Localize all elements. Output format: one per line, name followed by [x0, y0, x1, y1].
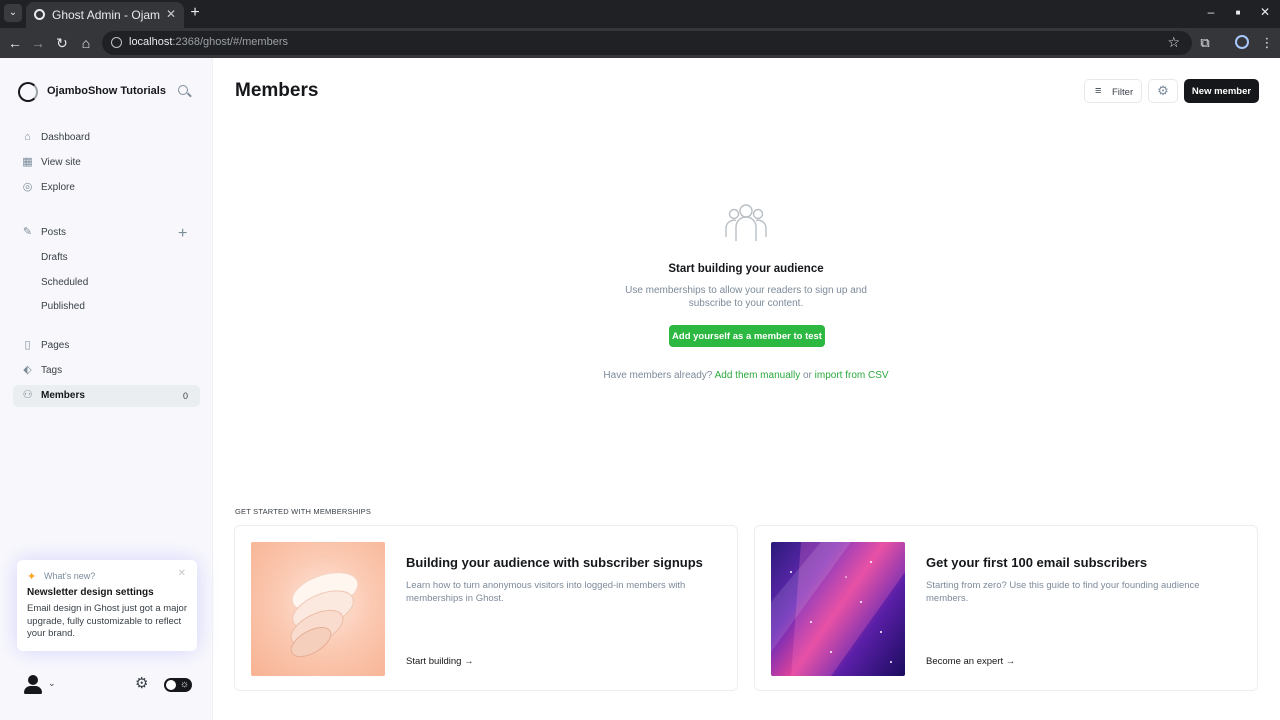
site-info-icon[interactable] [111, 37, 122, 48]
whats-new-headline: Newsletter design settings [27, 587, 154, 598]
forward-arrow-icon[interactable]: → [29, 34, 47, 52]
empty-state-description: Use memberships to allow your readers to… [625, 285, 867, 309]
sun-icon: ☼ [179, 679, 189, 690]
or-text: or [802, 370, 812, 381]
new-member-button[interactable]: New member [1184, 79, 1259, 103]
filter-label: Filter [1112, 87, 1134, 98]
globe-icon: ◎ [22, 181, 33, 193]
minimize-icon[interactable]: – [1203, 5, 1219, 19]
card-thumbnail [251, 542, 385, 676]
sidebar-subitem-drafts[interactable]: Drafts [41, 252, 68, 263]
page-icon: ▯ [24, 339, 31, 351]
sparkle-icon: ✦ [27, 571, 37, 583]
window-close-icon[interactable]: ✕ [1257, 5, 1273, 19]
sidebar-item-posts[interactable]: ✎ Posts [13, 222, 200, 244]
card-description: Starting from zero? Use this guide to fi… [926, 580, 1200, 604]
maximize-icon[interactable]: ■ [1230, 8, 1246, 17]
have-members-text: Have members already? [603, 370, 713, 381]
home-icon[interactable]: ⌂ [77, 34, 95, 52]
avatar[interactable] [24, 675, 42, 695]
guide-card-signups[interactable]: Building your audience with subscriber s… [234, 525, 738, 691]
sidebar-item-label: Members [41, 390, 85, 401]
card-title[interactable]: Building your audience with subscriber s… [406, 555, 703, 570]
chevron-down-icon[interactable]: ⌄ [48, 678, 56, 689]
search-icon[interactable] [178, 85, 188, 95]
url-path: :2368/ghost/#/members [172, 36, 288, 48]
sidebar-item-view-site[interactable]: ▦ View site [13, 152, 200, 174]
members-settings-button[interactable]: ⚙ [1148, 79, 1178, 103]
sidebar-item-dashboard[interactable]: ⌂ Dashboard [13, 127, 200, 149]
back-arrow-icon[interactable]: ← [6, 34, 24, 52]
sidebar-item-label: Posts [41, 227, 67, 238]
site-name[interactable]: OjamboShow Tutorials [47, 85, 166, 97]
add-yourself-button[interactable]: Add yourself as a member to test [669, 325, 825, 347]
members-group-icon [725, 204, 767, 241]
filter-button[interactable]: ≡ Filter [1084, 79, 1142, 103]
sidebar-item-members[interactable]: ⚇ Members 0 [13, 385, 200, 407]
start-building-link[interactable]: Start building → [406, 656, 474, 667]
members-count: 0 [182, 391, 188, 401]
ghost-favicon-icon [34, 9, 45, 20]
sidebar-subitem-scheduled[interactable]: Scheduled [41, 277, 88, 288]
address-bar[interactable]: localhost:2368/ghost/#/members ☆ [102, 31, 1192, 55]
sidebar-item-explore[interactable]: ◎ Explore [13, 177, 200, 199]
card-thumbnail [771, 542, 905, 676]
card-description: Learn how to turn anonymous visitors int… [406, 580, 686, 604]
home-icon: ⌂ [24, 131, 31, 143]
profile-icon[interactable] [1235, 35, 1249, 49]
sidebar-item-pages[interactable]: ▯ Pages [13, 335, 200, 357]
sidebar-item-label: Explore [41, 182, 75, 193]
new-tab-plus-icon[interactable]: + [188, 4, 202, 22]
toggle-knob [166, 680, 176, 690]
edit-icon: ✎ [22, 226, 33, 238]
card-title[interactable]: Get your first 100 email subscribers [926, 555, 1147, 570]
browser-tab-bar: ⌄ Ghost Admin - OjamboShow Tutorials ✕ +… [0, 0, 1280, 28]
browser-toolbar: ← → ↻ ⌂ localhost:2368/ghost/#/members ☆… [0, 28, 1280, 58]
filter-icon: ≡ [1095, 85, 1102, 97]
get-started-heading: GET STARTED WITH MEMBERSHIPS [235, 507, 372, 516]
extensions-puzzle-icon[interactable]: ⧉ [1196, 34, 1214, 52]
guide-card-subscribers[interactable]: Get your first 100 email subscribers Sta… [754, 525, 1258, 691]
sidebar-item-label: Dashboard [41, 132, 90, 143]
sidebar-subitem-published[interactable]: Published [41, 301, 85, 312]
sidebar-item-label: Pages [41, 340, 70, 351]
members-icon: ⚇ [22, 389, 33, 401]
site-logo[interactable] [18, 82, 38, 102]
reload-icon[interactable]: ↻ [53, 34, 71, 52]
sidebar: OjamboShow Tutorials ⌂ Dashboard ▦ View … [0, 58, 213, 720]
tab-close-icon[interactable]: ✕ [166, 7, 176, 21]
whats-new-kicker: What's new? [44, 571, 96, 581]
become-expert-link[interactable]: Become an expert → [926, 656, 1015, 667]
url-text[interactable]: localhost:2368/ghost/#/members [129, 36, 288, 48]
add-manually-link[interactable]: Add them manually [715, 370, 801, 381]
gear-icon: ⚙ [1157, 83, 1169, 98]
abstract-discs-image [290, 572, 359, 658]
browser-menu-icon[interactable]: ⋮ [1258, 34, 1276, 52]
sidebar-item-label: Tags [41, 365, 63, 376]
import-csv-link[interactable]: import from CSV [815, 370, 889, 381]
sidebar-item-label: View site [41, 157, 81, 168]
close-icon[interactable]: ✕ [178, 568, 186, 579]
url-host: localhost [129, 36, 173, 48]
user-icon [28, 675, 38, 685]
bookmark-star-icon[interactable]: ☆ [1167, 34, 1180, 51]
tab-title: Ghost Admin - OjamboShow Tutorials [52, 8, 160, 22]
browser-tab[interactable]: Ghost Admin - OjamboShow Tutorials ✕ [26, 2, 184, 28]
tab-search-chevron-icon[interactable]: ⌄ [4, 4, 22, 22]
page-title: Members [235, 80, 319, 101]
dark-mode-toggle[interactable]: ☼ [164, 678, 192, 692]
whats-new-body: Email design in Ghost just got a major u… [27, 603, 187, 639]
empty-state-title: Start building your audience [668, 263, 824, 275]
whats-new-popup[interactable]: ✦ What's new? ✕ Newsletter design settin… [17, 560, 197, 651]
new-post-plus-icon[interactable]: + [178, 226, 187, 242]
sidebar-item-tags[interactable]: ⬖ Tags [13, 360, 200, 382]
have-members-line: Have members already? Add them manually … [546, 370, 946, 381]
space-abstract-image [771, 542, 905, 676]
tag-icon: ⬖ [23, 364, 32, 376]
gear-icon[interactable]: ⚙ [135, 676, 148, 692]
layout-icon: ▦ [22, 156, 33, 168]
